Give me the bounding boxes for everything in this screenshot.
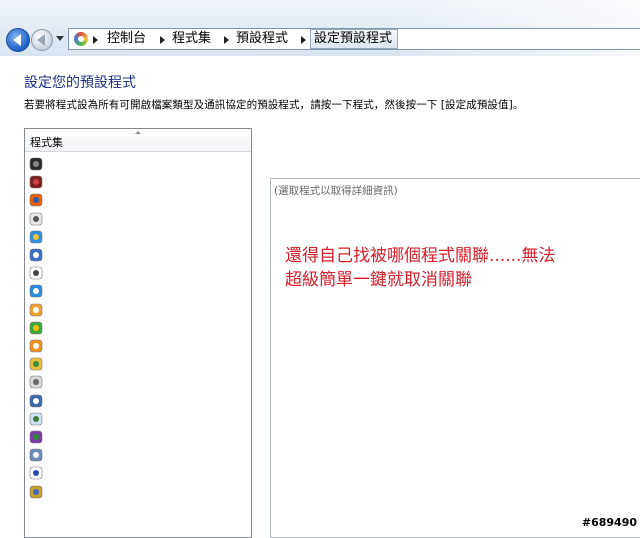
list-column-header[interactable]: 程式集 xyxy=(25,129,251,152)
document-icon[interactable] xyxy=(29,447,43,462)
breadcrumb-programs[interactable]: 程式集 xyxy=(172,31,211,47)
back-button[interactable] xyxy=(6,28,30,52)
music-player-icon[interactable] xyxy=(29,247,43,262)
video-player-icon[interactable] xyxy=(29,338,43,353)
contacts-icon[interactable] xyxy=(29,374,43,389)
list-header-label: 程式集 xyxy=(30,136,63,149)
breadcrumb-separator-icon[interactable] xyxy=(160,36,165,44)
internet-explorer-icon[interactable] xyxy=(29,229,43,244)
breadcrumb-separator-icon[interactable] xyxy=(301,36,306,44)
control-panel-icon xyxy=(74,32,88,46)
annotation-line-1: 還得自己找被哪個程式關聯......無法 xyxy=(285,246,556,266)
media-center-icon[interactable] xyxy=(29,156,43,171)
window-toolbar: 控制台 程式集 預設程式 設定預設程式 xyxy=(0,0,640,56)
annotation-line-2: 超級簡單一鍵就取消關聯 xyxy=(285,270,472,290)
breadcrumb-set-default-programs: 設定預設程式 xyxy=(314,31,393,46)
folder-icon[interactable] xyxy=(29,356,43,371)
alien-icon[interactable] xyxy=(29,211,43,225)
watermark: #689490 xyxy=(581,516,637,529)
breadcrumb-default-programs[interactable]: 預設程式 xyxy=(236,31,288,47)
page-title: 設定您的預設程式 xyxy=(24,75,136,91)
archive-icon[interactable] xyxy=(29,429,43,444)
red-annotation: 還得自己找被哪個程式關聯......無法 超級簡單一鍵就取消關聯 xyxy=(285,244,555,292)
media-player-icon[interactable] xyxy=(29,320,43,335)
chevron-down-icon[interactable] xyxy=(56,36,64,41)
page-description: 若要將程式設為所有可開啟檔案類型及通訊協定的預設程式，請按一下程式，然後按一下 … xyxy=(24,99,524,111)
sort-indicator-icon xyxy=(135,131,141,134)
program-list[interactable]: 程式集 xyxy=(24,128,252,538)
firefox-icon[interactable] xyxy=(29,192,43,207)
program-details-panel: (選取程式以取得詳細資訊) xyxy=(270,178,640,538)
search-app-icon[interactable] xyxy=(29,283,43,298)
breadcrumb-current[interactable]: 設定預設程式 xyxy=(310,29,398,49)
player-icon[interactable] xyxy=(29,465,43,480)
address-bar[interactable]: 控制台 程式集 預設程式 設定預設程式 xyxy=(68,28,640,50)
photo-gallery-icon[interactable] xyxy=(29,302,43,316)
calendar-icon[interactable] xyxy=(29,265,43,280)
details-placeholder: (選取程式以取得詳細資訊) xyxy=(274,185,398,197)
back-arrow-icon xyxy=(13,34,21,46)
forward-arrow-icon xyxy=(37,34,45,46)
breadcrumb-separator-icon[interactable] xyxy=(93,36,98,44)
game-icon[interactable] xyxy=(29,174,43,189)
card-icon[interactable] xyxy=(29,411,43,426)
breadcrumb-separator-icon[interactable] xyxy=(224,36,229,44)
gear-paint-icon[interactable] xyxy=(29,484,43,498)
breadcrumb-control-panel[interactable]: 控制台 xyxy=(107,31,146,47)
forward-button[interactable] xyxy=(31,29,53,51)
image-viewer-icon[interactable] xyxy=(29,393,43,407)
